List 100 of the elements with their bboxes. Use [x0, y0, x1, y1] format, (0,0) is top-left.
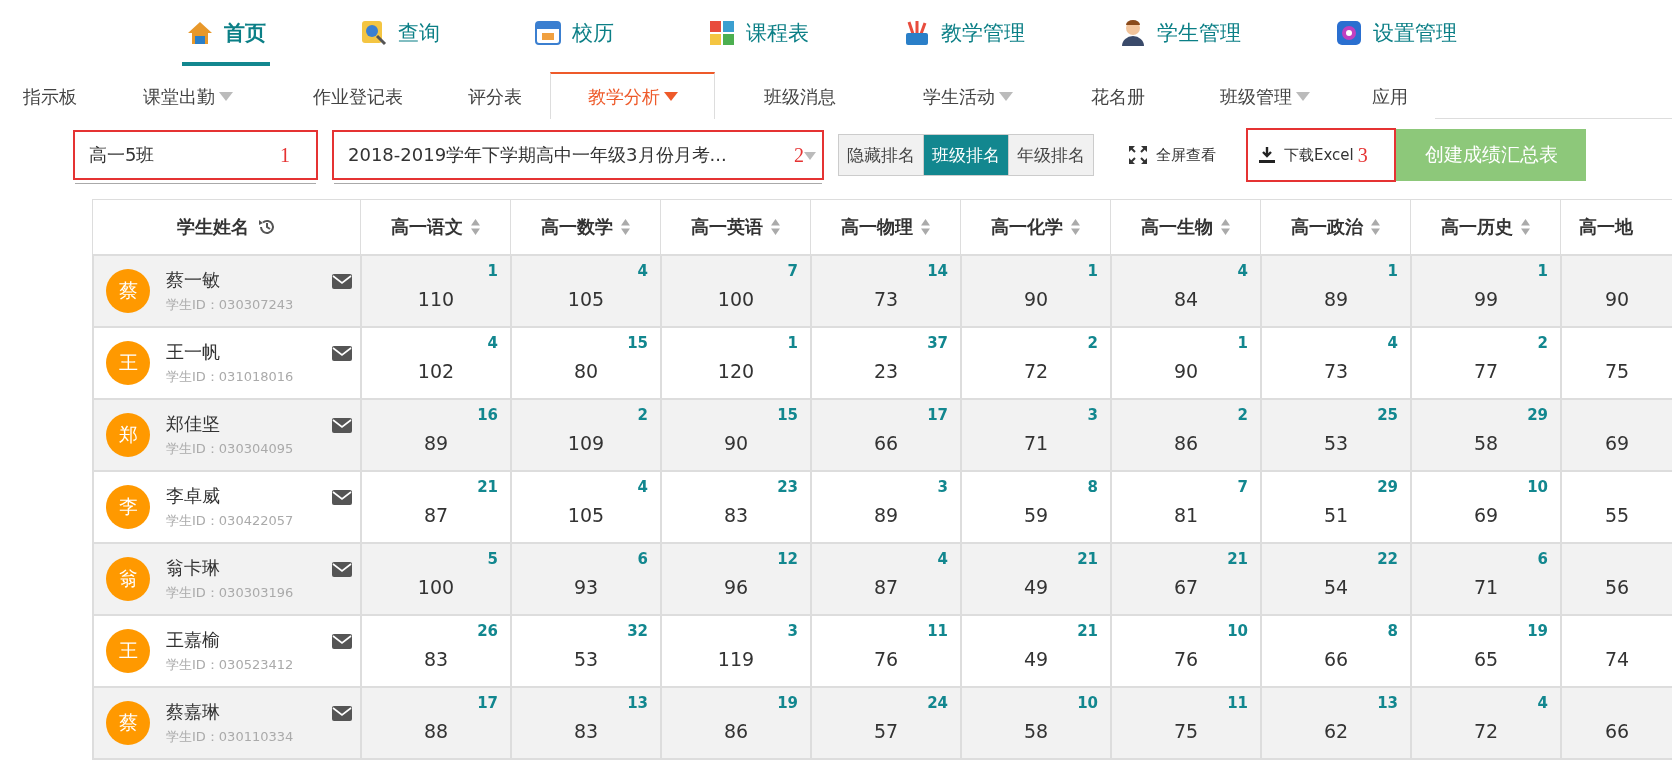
rank-number: 2 [1087, 334, 1098, 352]
score: 90 [1604, 288, 1630, 310]
rank-number: 37 [927, 334, 948, 352]
column-header: 学生姓名 [176, 215, 249, 239]
rank-number: 10 [1227, 622, 1248, 640]
rank-number: 11 [1227, 694, 1248, 712]
column-header: 高一历史 [1441, 215, 1513, 239]
column-header: 高一化学 [991, 215, 1063, 239]
avatar: 蔡 [106, 269, 150, 313]
score: 99 [1473, 288, 1499, 310]
score: 90 [723, 432, 749, 454]
score: 105 [567, 504, 605, 526]
score: 76 [873, 648, 899, 670]
rank-number: 11 [927, 622, 948, 640]
rank-number: 4 [637, 478, 648, 496]
score: 73 [1323, 360, 1349, 382]
column-header: 高一英语 [691, 215, 763, 239]
rank-number: 19 [1527, 622, 1548, 640]
rank-number: 32 [627, 622, 648, 640]
fullscreen-button[interactable]: 全屏查看 [1118, 135, 1226, 175]
rank-number: 15 [777, 406, 798, 424]
score: 58 [1473, 432, 1499, 454]
score: 83 [573, 720, 599, 742]
score: 76 [1173, 648, 1199, 670]
score: 53 [1323, 432, 1349, 454]
score: 71 [1473, 576, 1499, 598]
rank-number: 7 [787, 262, 798, 280]
nav-tab[interactable]: 校历 [530, 0, 618, 66]
rank-number: 21 [1077, 622, 1098, 640]
annotation-number: 2 [794, 144, 804, 167]
avatar: 翁 [106, 557, 150, 601]
student-name: 翁卡琳 [166, 556, 221, 580]
rank-number: 3 [1087, 406, 1098, 424]
rank-toggle-button[interactable]: 隐藏排名 [839, 135, 923, 175]
student-name: 王一帆 [166, 340, 221, 364]
nav-tab[interactable]: 首页 [182, 0, 270, 66]
score: 110 [417, 288, 455, 310]
score: 119 [717, 648, 755, 670]
rank-number: 12 [777, 550, 798, 568]
annotation-number: 1 [280, 144, 290, 167]
score: 100 [417, 576, 455, 598]
rank-number: 1 [787, 334, 798, 352]
score: 89 [1323, 288, 1349, 310]
score: 120 [717, 360, 755, 382]
nav-tab[interactable]: 课程表 [704, 0, 813, 66]
score: 89 [873, 504, 899, 526]
nav-tab[interactable]: 学生管理 [1115, 0, 1245, 66]
score: 49 [1023, 576, 1049, 598]
rank-number: 2 [1237, 406, 1248, 424]
score: 87 [423, 504, 449, 526]
student-id: 学生ID：030304095 [166, 440, 294, 458]
rank-number: 24 [927, 694, 948, 712]
rank-number: 6 [1537, 550, 1548, 568]
rank-number: 4 [937, 550, 948, 568]
score: 66 [1604, 720, 1630, 742]
rank-toggle-button[interactable]: 班级排名 [923, 135, 1008, 175]
score: 55 [1604, 504, 1630, 526]
nav-tab[interactable]: 教学管理 [899, 0, 1029, 66]
rank-number: 25 [1377, 406, 1398, 424]
rank-number: 4 [1237, 262, 1248, 280]
rank-number: 14 [927, 262, 948, 280]
score: 66 [873, 432, 899, 454]
score: 89 [423, 432, 449, 454]
score: 72 [1473, 720, 1499, 742]
rank-toggle-button[interactable]: 年级排名 [1008, 135, 1093, 175]
student-id: 学生ID：030110334 [166, 728, 294, 746]
nav-tab[interactable]: 查询 [356, 0, 444, 66]
score: 105 [567, 288, 605, 310]
score: 71 [1023, 432, 1049, 454]
rank-number: 10 [1527, 478, 1548, 496]
avatar: 李 [106, 485, 150, 529]
score: 88 [423, 720, 449, 742]
score: 86 [723, 720, 749, 742]
avatar: 蔡 [106, 701, 150, 745]
column-header: 高一物理 [841, 215, 913, 239]
score: 67 [1173, 576, 1199, 598]
score: 58 [1023, 720, 1049, 742]
student-name: 蔡一敏 [166, 268, 221, 292]
score: 87 [873, 576, 899, 598]
rank-number: 8 [1387, 622, 1398, 640]
student-name: 蔡嘉琳 [166, 700, 221, 724]
rank-number: 13 [627, 694, 648, 712]
student-id: 学生ID：030422057 [166, 512, 294, 530]
nav-tab[interactable]: 设置管理 [1331, 0, 1461, 66]
rank-number: 7 [1237, 478, 1248, 496]
rank-number: 21 [1227, 550, 1248, 568]
rank-number: 3 [787, 622, 798, 640]
score: 102 [417, 360, 455, 382]
rank-number: 2 [637, 406, 648, 424]
score: 23 [873, 360, 899, 382]
rank-number: 22 [1377, 550, 1398, 568]
student-name: 王嘉榆 [166, 628, 221, 652]
score: 57 [873, 720, 899, 742]
rank-number: 21 [477, 478, 498, 496]
annotation-number: 3 [1357, 143, 1368, 167]
score: 65 [1473, 648, 1499, 670]
avatar: 郑 [106, 413, 150, 457]
score: 81 [1173, 504, 1199, 526]
score: 53 [573, 648, 599, 670]
student-name: 李卓威 [166, 484, 221, 508]
